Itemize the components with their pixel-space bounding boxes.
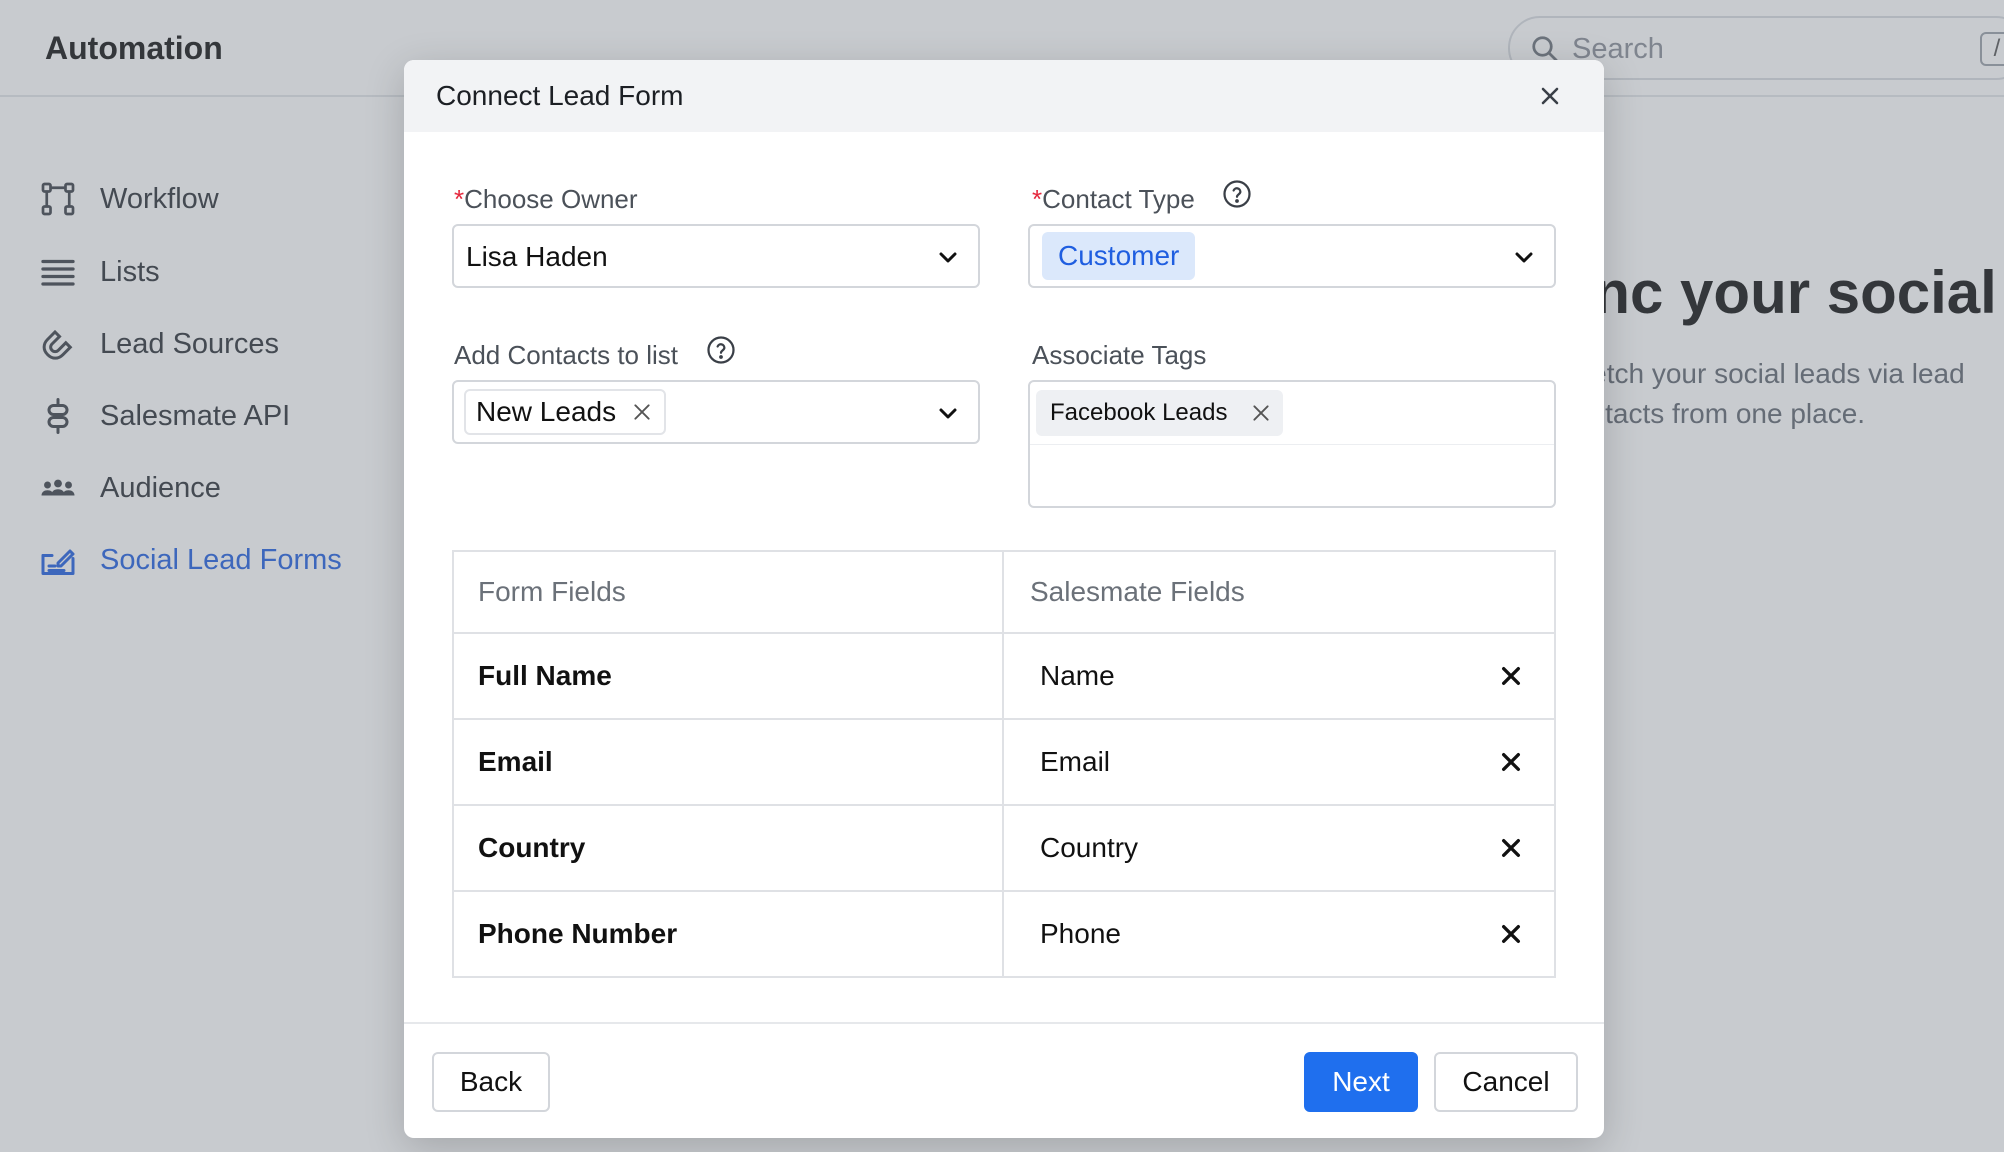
- table-row: Country Country: [454, 804, 1554, 890]
- chevron-down-icon: [1515, 252, 1533, 263]
- form-field-cell: Country: [454, 806, 1004, 890]
- salesmate-field-value: Phone: [1040, 918, 1121, 949]
- tags-input[interactable]: Facebook Leads: [1028, 380, 1556, 508]
- owner-value: Lisa Haden: [466, 241, 608, 272]
- dialog-header: Connect Lead Form: [404, 60, 1604, 132]
- close-icon[interactable]: [1500, 837, 1522, 859]
- chevron-down-icon: [939, 408, 957, 419]
- form-field-name: Phone Number: [478, 918, 678, 949]
- help-icon[interactable]: [1222, 179, 1252, 209]
- chevron-down-icon: [939, 252, 957, 263]
- salesmate-field-cell[interactable]: Phone: [1006, 892, 1556, 976]
- salesmate-field-cell[interactable]: Name: [1006, 634, 1556, 718]
- help-icon[interactable]: [706, 335, 736, 365]
- salesmate-field-value: Email: [1040, 746, 1111, 777]
- owner-select[interactable]: Lisa Haden: [452, 224, 980, 288]
- salesmate-field-value: Country: [1040, 832, 1139, 863]
- salesmate-field-value: Name: [1040, 660, 1115, 691]
- footer-divider: [404, 1022, 1604, 1024]
- column-header-form-fields: Form Fields: [478, 576, 626, 607]
- associate-tags-label: Associate Tags: [1032, 340, 1207, 370]
- connect-lead-form-dialog: Connect Lead Form *Choose Owner Lisa Had…: [404, 60, 1604, 1138]
- divider: [1030, 444, 1554, 445]
- form-field-name: Country: [478, 832, 586, 863]
- tag-chip: Facebook Leads: [1036, 390, 1284, 436]
- add-contacts-label: Add Contacts to list: [454, 340, 678, 370]
- field-mapping-table: Form Fields Salesmate Fields Full Name N…: [452, 550, 1556, 978]
- contacts-list-select[interactable]: New Leads: [452, 380, 980, 444]
- close-icon[interactable]: [1500, 665, 1522, 687]
- close-icon[interactable]: [1500, 751, 1522, 773]
- remove-icon[interactable]: [1251, 403, 1271, 423]
- form-field-name: Email: [478, 746, 553, 777]
- form-field-name: Full Name: [478, 660, 612, 691]
- header-cell: Salesmate Fields: [1006, 552, 1556, 632]
- table-row: Phone Number Phone: [454, 890, 1554, 976]
- salesmate-field-cell[interactable]: Country: [1006, 806, 1556, 890]
- table-header-row: Form Fields Salesmate Fields: [454, 552, 1554, 632]
- table-row: Full Name Name: [454, 632, 1554, 718]
- back-button[interactable]: Back: [432, 1052, 550, 1112]
- cancel-button[interactable]: Cancel: [1434, 1052, 1578, 1112]
- column-header-salesmate-fields: Salesmate Fields: [1030, 576, 1245, 607]
- next-button[interactable]: Next: [1304, 1052, 1418, 1112]
- table-row: Email Email: [454, 718, 1554, 804]
- form-field-cell: Phone Number: [454, 892, 1004, 976]
- salesmate-field-cell[interactable]: Email: [1006, 720, 1556, 804]
- choose-owner-label: *Choose Owner: [454, 184, 638, 214]
- contact-type-chip: Customer: [1042, 232, 1196, 280]
- tag-chip-label: Facebook Leads: [1050, 399, 1228, 426]
- list-chip: New Leads: [464, 389, 667, 435]
- list-chip-label: New Leads: [476, 396, 617, 427]
- remove-icon[interactable]: [632, 402, 652, 422]
- contact-type-select[interactable]: Customer: [1028, 224, 1556, 288]
- dialog-title: Connect Lead Form: [436, 80, 684, 111]
- form-field-cell: Full Name: [454, 634, 1004, 718]
- header-cell: Form Fields: [454, 552, 1004, 632]
- close-icon[interactable]: [1500, 923, 1522, 945]
- form-field-cell: Email: [454, 720, 1004, 804]
- close-icon[interactable]: [1536, 82, 1564, 110]
- contact-type-label: *Contact Type: [1032, 184, 1195, 214]
